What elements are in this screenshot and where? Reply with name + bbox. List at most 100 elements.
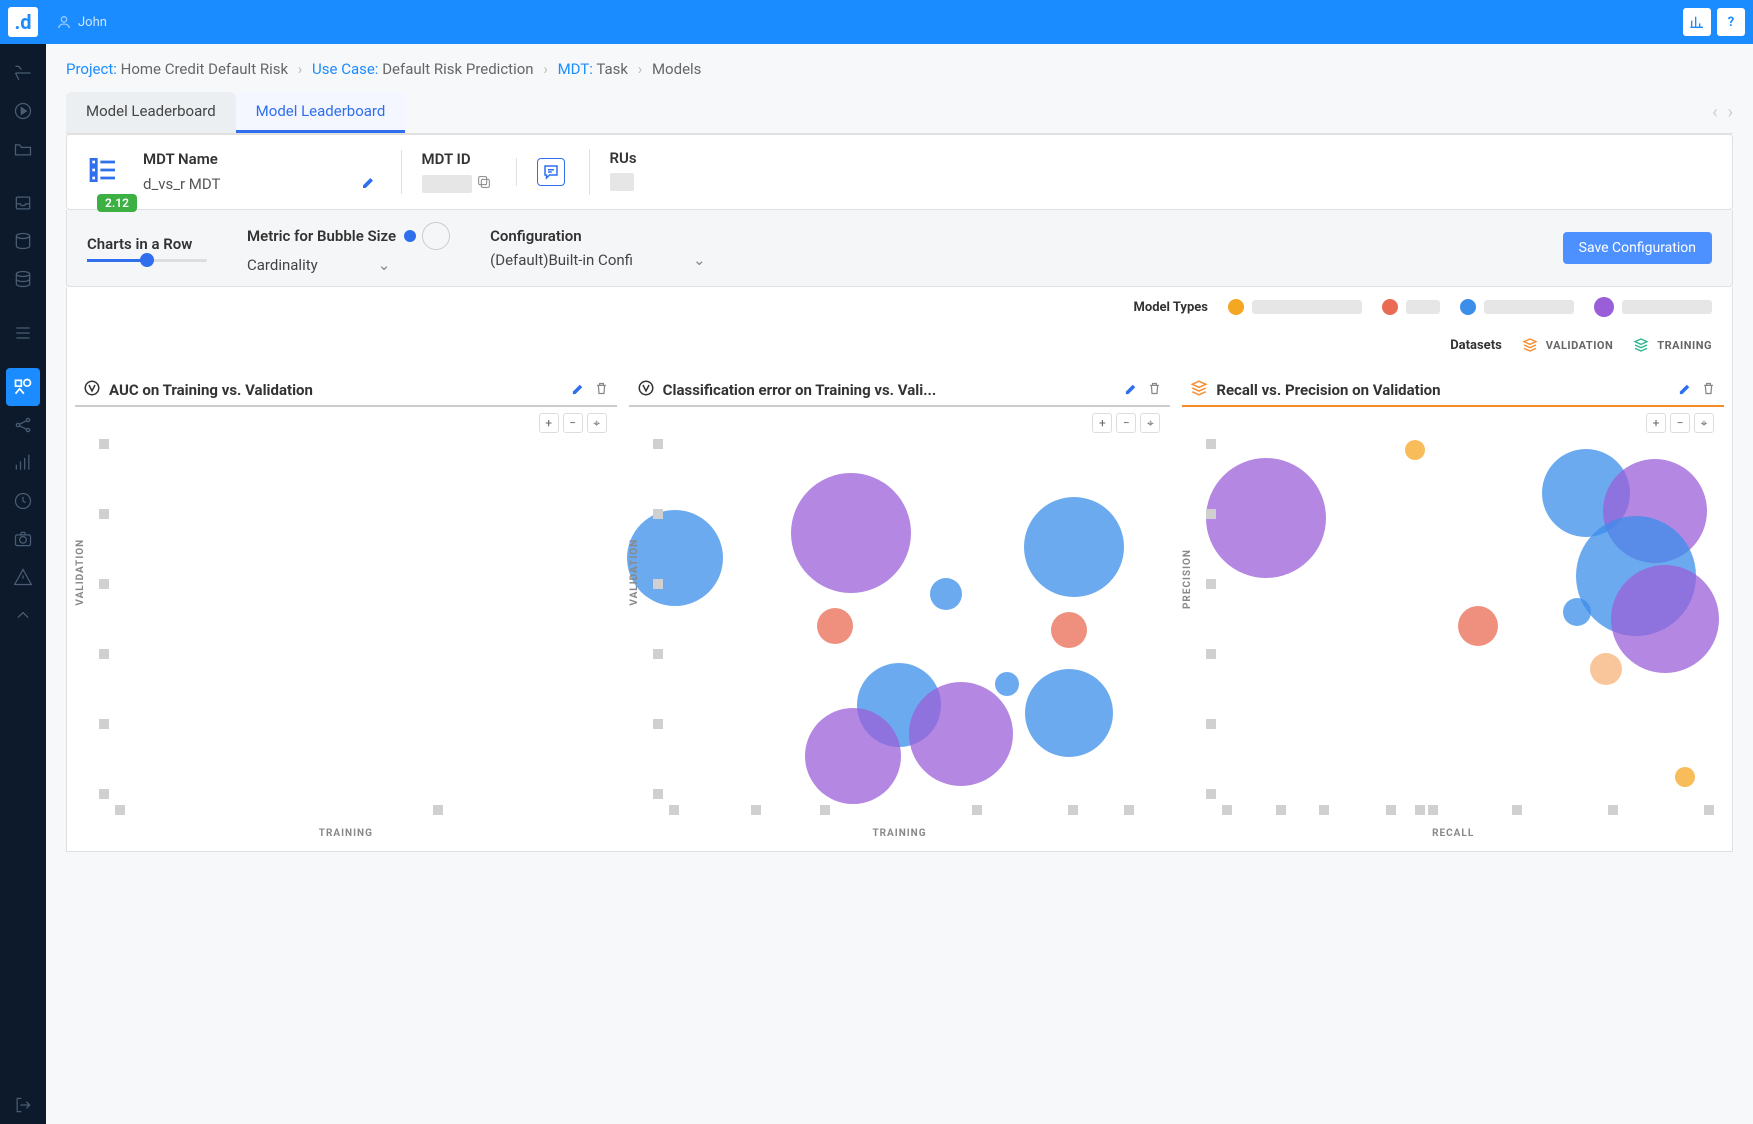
zoom-in[interactable]: + — [539, 413, 559, 433]
tab-prev[interactable]: ‹ — [1712, 102, 1717, 123]
sidebar-item-alert[interactable] — [0, 558, 46, 596]
metric-dropdown[interactable]: Cardinality ⌄ — [247, 256, 450, 274]
app-logo[interactable]: .d — [8, 7, 38, 37]
mdt-id-value — [422, 175, 472, 193]
zoom-in[interactable]: + — [1646, 413, 1666, 433]
sidebar-item-leaderboard[interactable] — [6, 368, 40, 406]
data-point[interactable] — [1051, 612, 1087, 648]
sidebar-item-db2[interactable] — [0, 260, 46, 298]
data-point[interactable] — [909, 682, 1013, 786]
datasets-label: Datasets — [1450, 338, 1502, 353]
left-sidebar — [0, 44, 46, 1124]
tab-bar: Model Leaderboard Model Leaderboard ‹ › — [66, 92, 1733, 134]
sidebar-item-share[interactable] — [0, 406, 46, 444]
user-name: John — [78, 15, 107, 30]
zoom-out[interactable]: − — [1670, 413, 1690, 433]
data-point[interactable] — [1675, 767, 1695, 787]
data-point[interactable] — [805, 708, 901, 804]
charts-in-row-slider[interactable] — [87, 259, 207, 262]
rus-label: RUs — [610, 149, 637, 167]
x-axis-label: TRAINING — [629, 828, 1171, 839]
sidebar-item-signal[interactable] — [0, 444, 46, 482]
chart-title: AUC on Training vs. Validation — [109, 381, 563, 399]
data-point[interactable] — [995, 672, 1019, 696]
comments-button[interactable] — [537, 158, 565, 186]
help-button[interactable]: ? — [1717, 8, 1745, 36]
delete-chart[interactable] — [1701, 381, 1716, 400]
data-point[interactable] — [1025, 669, 1113, 757]
user-icon — [56, 14, 72, 30]
model-types-legend: Model Types — [66, 287, 1733, 327]
sidebar-item-inbox[interactable] — [0, 184, 46, 222]
save-config-button[interactable]: Save Configuration — [1563, 232, 1712, 264]
model-type-4[interactable] — [1594, 297, 1712, 317]
y-axis-label: VALIDATION — [629, 539, 640, 606]
model-type-1[interactable] — [1228, 299, 1362, 315]
edit-chart[interactable] — [1678, 381, 1693, 400]
chart-title: Classification error on Training vs. Val… — [663, 381, 1117, 399]
mdt-id-label: MDT ID — [422, 150, 492, 168]
sidebar-item-in[interactable] — [0, 54, 46, 92]
tab-leaderboard-2[interactable]: Model Leaderboard — [236, 92, 406, 133]
chevron-down-icon: ⌄ — [378, 256, 391, 274]
sidebar-item-db[interactable] — [0, 222, 46, 260]
data-point[interactable] — [1590, 653, 1622, 685]
bc-mdt-value[interactable]: Task — [596, 60, 628, 78]
sidebar-item-list[interactable] — [0, 314, 46, 352]
rus-value — [610, 173, 634, 191]
edit-chart[interactable] — [1124, 381, 1139, 400]
mdt-name-value: d_vs_r MDT — [143, 175, 221, 193]
chart-panel-0: AUC on Training vs. Validation+−⌖VALIDAT… — [75, 375, 617, 839]
model-types-label: Model Types — [1133, 300, 1208, 315]
sidebar-item-clock[interactable] — [0, 482, 46, 520]
user-chip[interactable]: John — [56, 14, 107, 30]
zoom-out[interactable]: − — [1116, 413, 1136, 433]
bc-project-value[interactable]: Home Credit Default Risk — [121, 60, 288, 78]
tab-next[interactable]: › — [1728, 102, 1733, 123]
zoom-in[interactable]: + — [1092, 413, 1112, 433]
reset-zoom[interactable]: ⌖ — [1140, 413, 1160, 433]
bc-models[interactable]: Models — [652, 60, 701, 78]
model-type-3[interactable] — [1460, 299, 1574, 315]
chevron-down-icon: ⌄ — [693, 251, 706, 269]
charts-in-row-label: Charts in a Row — [87, 235, 207, 253]
reset-zoom[interactable]: ⌖ — [1694, 413, 1714, 433]
metric-label: Metric for Bubble Size — [247, 227, 396, 245]
data-point[interactable] — [1563, 598, 1591, 626]
reset-zoom[interactable]: ⌖ — [587, 413, 607, 433]
sidebar-item-folder[interactable] — [0, 130, 46, 168]
delete-chart[interactable] — [1147, 381, 1162, 400]
tab-leaderboard-1[interactable]: Model Leaderboard — [66, 92, 236, 133]
datasets-legend: Datasets VALIDATION TRAINING — [66, 327, 1733, 363]
data-point[interactable] — [1458, 606, 1498, 646]
data-point[interactable] — [1611, 565, 1719, 673]
edit-mdt-name[interactable] — [361, 174, 377, 194]
dataset-training[interactable]: TRAINING — [1633, 337, 1712, 353]
plot-area[interactable] — [1222, 439, 1714, 799]
bc-mdt-label: MDT: — [558, 60, 593, 78]
delete-chart[interactable] — [594, 381, 609, 400]
sidebar-item-run[interactable] — [0, 92, 46, 130]
breadcrumb: Project: Home Credit Default Risk › Use … — [66, 60, 1733, 78]
plot-area[interactable] — [669, 439, 1161, 799]
x-axis-label: TRAINING — [75, 828, 617, 839]
dataset-validation[interactable]: VALIDATION — [1522, 337, 1614, 353]
sidebar-item-collapse[interactable] — [0, 596, 46, 634]
bubble-size-preview — [404, 222, 450, 250]
topbar-chart-button[interactable] — [1683, 8, 1711, 36]
sidebar-item-logout[interactable] — [0, 1086, 46, 1124]
mdt-name-label: MDT Name — [143, 150, 377, 168]
config-dropdown[interactable]: (Default)Built-in Confi ⌄ — [490, 251, 705, 269]
config-bar: Charts in a Row Metric for Bubble Size C… — [66, 210, 1733, 287]
sidebar-item-camera[interactable] — [0, 520, 46, 558]
zoom-out[interactable]: − — [563, 413, 583, 433]
bc-usecase-label: Use Case: — [312, 60, 378, 78]
plot-area[interactable] — [115, 439, 607, 799]
y-axis-label: PRECISION — [1182, 549, 1193, 609]
bc-usecase-value[interactable]: Default Risk Prediction — [382, 60, 533, 78]
model-type-2[interactable] — [1382, 299, 1440, 315]
edit-chart[interactable] — [571, 381, 586, 400]
bc-project-label: Project: — [66, 60, 117, 78]
copy-mdt-id[interactable] — [476, 174, 492, 194]
version-badge: 2.12 — [97, 194, 137, 212]
